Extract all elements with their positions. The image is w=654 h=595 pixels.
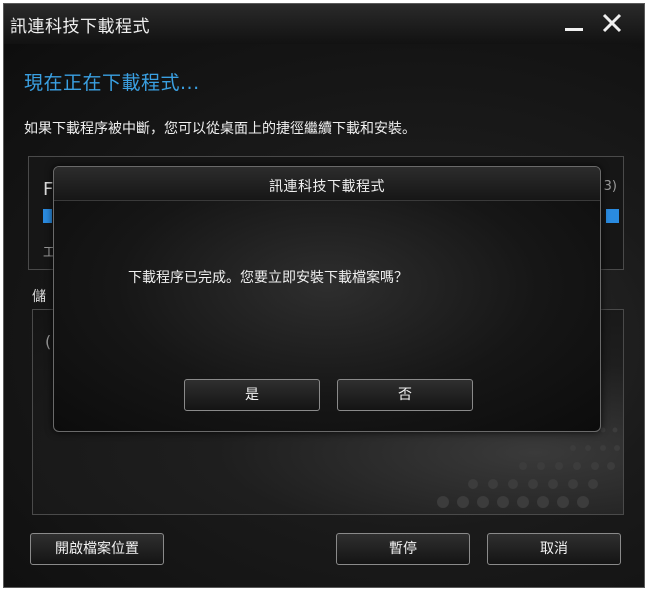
minimize-icon bbox=[565, 28, 583, 31]
dialog-message: 下載程序已完成。您要立即安裝下載檔案嗎？ bbox=[128, 270, 408, 286]
progress-bar-right bbox=[606, 209, 619, 223]
install-confirm-dialog: 訊連科技下載程式 下載程序已完成。您要立即安裝下載檔案嗎？ 是 否 bbox=[53, 166, 601, 432]
yes-button[interactable]: 是 bbox=[184, 379, 320, 411]
page-description: 如果下載程序被中斷，您可以從桌面上的捷徑繼續下載和安裝。 bbox=[24, 121, 416, 137]
list-item-fragment: ( bbox=[45, 332, 52, 351]
minimize-button[interactable] bbox=[556, 6, 592, 40]
cancel-button[interactable]: 取消 bbox=[487, 533, 621, 565]
page-heading: 現在正在下載程式... bbox=[24, 72, 200, 94]
close-button[interactable] bbox=[594, 6, 630, 40]
progress-label-fragment: F bbox=[43, 179, 54, 200]
window-title: 訊連科技下載程式 bbox=[10, 17, 150, 37]
pause-button[interactable]: 暫停 bbox=[336, 533, 470, 565]
close-icon bbox=[602, 13, 622, 33]
progress-bar-left bbox=[43, 209, 52, 223]
dialog-title-bar: 訊連科技下載程式 bbox=[54, 167, 600, 201]
no-button[interactable]: 否 bbox=[337, 379, 473, 411]
dialog-title: 訊連科技下載程式 bbox=[269, 179, 385, 195]
open-file-location-button[interactable]: 開啟檔案位置 bbox=[30, 533, 164, 565]
storage-label-fragment: 儲 bbox=[32, 289, 46, 305]
progress-count-fragment: 3) bbox=[603, 179, 617, 194]
downloader-window: 訊連科技下載程式 現在正在下載程式... 如果下載程序被中斷，您可以從桌面上的捷… bbox=[3, 3, 645, 588]
title-bar: 訊連科技下載程式 bbox=[4, 4, 644, 44]
